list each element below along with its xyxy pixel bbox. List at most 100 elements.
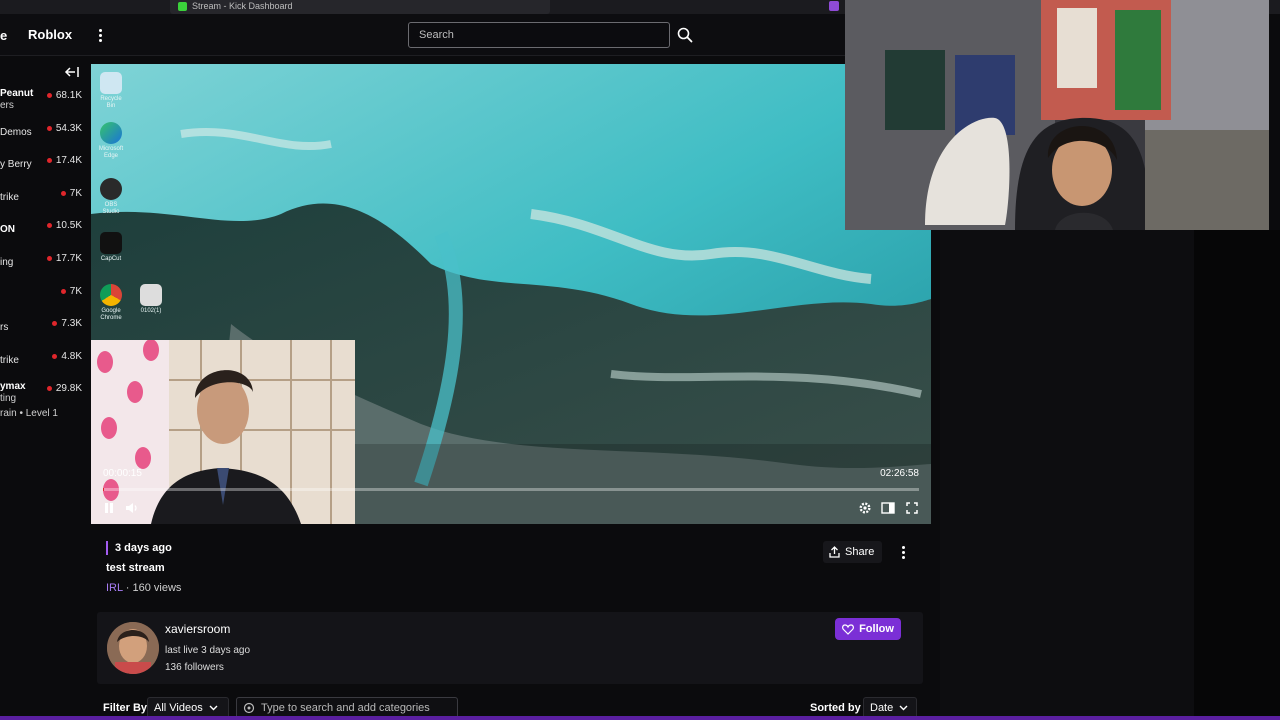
search-button[interactable]	[672, 22, 698, 48]
theater-mode-icon	[881, 502, 895, 514]
total-duration: 02:26:58	[880, 468, 919, 479]
live-dot-icon	[46, 125, 52, 131]
viewer-count-text: 29.8K	[55, 383, 82, 395]
desktop-chrome-icon: Google Chrome	[97, 284, 125, 322]
viewer-count-text: 17.7K	[55, 253, 82, 264]
category-link[interactable]: IRL	[106, 582, 123, 594]
kick-logo-icon	[178, 2, 187, 11]
viewer-count-text: 7K	[69, 187, 82, 199]
pause-button[interactable]	[101, 500, 117, 516]
video-meta: IRL · 160 views	[106, 582, 181, 594]
viewer-count: 29.8K	[46, 383, 82, 395]
desktop-obs-icon: OBS Studio	[97, 178, 125, 216]
right-edge-area	[1194, 230, 1280, 720]
sidebar-channel-item[interactable]: ing 17.7K	[0, 249, 90, 281]
viewer-count: 10.5K	[46, 220, 82, 232]
sidebar-channel-name: trike	[0, 354, 19, 366]
sort-select-value: Date	[870, 702, 894, 714]
theater-mode-button[interactable]	[880, 500, 896, 516]
video-title: test stream	[106, 562, 165, 574]
viewer-count-text: 17.4K	[55, 155, 82, 167]
fullscreen-button[interactable]	[904, 500, 920, 516]
streamer-facecam	[91, 340, 355, 524]
viewer-count: 7K	[60, 187, 82, 199]
category-icon	[243, 702, 255, 714]
chevron-down-icon	[899, 705, 908, 711]
viewer-count-text: 10.5K	[55, 220, 82, 232]
view-count: · 160 views	[122, 582, 182, 594]
desktop-recycle-bin-icon: Recycle Bin	[97, 72, 125, 110]
header-category-link[interactable]: Roblox	[28, 27, 72, 42]
heart-icon	[842, 623, 855, 635]
browser-tab-title: Stream - Kick Dashboard	[192, 1, 293, 11]
live-dot-icon	[46, 386, 52, 392]
sidebar-channel-item[interactable]: y Berry 17.4K	[0, 151, 90, 183]
desktop-capcut-icon: CapCut	[97, 232, 125, 263]
viewer-count: 68.1K	[46, 90, 82, 101]
viewer-count: 4.8K	[52, 351, 82, 362]
sidebar-channel-item[interactable]: Peanut ers 68.1K	[0, 86, 90, 118]
live-dot-icon	[60, 288, 66, 294]
sidebar-channel-item[interactable]: 7K	[0, 282, 90, 314]
share-button[interactable]: Share	[823, 541, 883, 563]
last-live-text: last live 3 days ago	[165, 645, 251, 656]
header-nav-item[interactable]: e	[0, 28, 7, 43]
share-label: Share	[845, 546, 875, 558]
sidebar-channel-item[interactable]: rs 7.3K	[0, 314, 90, 346]
sidebar-channel-item[interactable]: ymax ting 29.8K	[0, 379, 90, 411]
sidebar-channel-name: Peanut	[0, 88, 34, 99]
search-icon	[677, 27, 693, 43]
sidebar-channel-name: y Berry	[0, 159, 32, 171]
viewer-count-text: 68.1K	[55, 90, 82, 101]
progress-bar[interactable]	[103, 488, 919, 491]
follow-button[interactable]: Follow	[835, 618, 901, 640]
sorted-by-label: Sorted by	[810, 702, 861, 714]
sidebar-channel-item[interactable]: Demos 54.3K	[0, 119, 90, 151]
collapse-sidebar-icon[interactable]	[64, 65, 80, 79]
sidebar-channel-item[interactable]: trike 7K	[0, 184, 90, 216]
viewer-count: 17.4K	[46, 155, 82, 167]
volume-icon	[126, 503, 137, 513]
viewer-count: 7.3K	[52, 318, 82, 329]
sidebar-channel-name: rs	[0, 322, 9, 334]
viewer-count-text: 54.3K	[55, 122, 82, 134]
viewer-count-text: 7K	[69, 285, 82, 297]
twitch-icon[interactable]	[829, 1, 839, 11]
sidebar-footer-text: rain • Level 1	[0, 408, 58, 419]
sidebar-channel-item[interactable]: trike 4.8K	[0, 347, 90, 379]
viewer-count-text: 7.3K	[61, 318, 82, 330]
gear-icon	[859, 502, 871, 514]
chevron-down-icon	[209, 705, 218, 711]
video-player[interactable]: Recycle Bin Microsoft Edge OBS Studio Ca…	[91, 64, 931, 524]
search-input[interactable]	[408, 22, 670, 48]
filter-select-value: All Videos	[154, 702, 203, 714]
sidebar-channel-name: ymax	[0, 381, 26, 393]
live-dot-icon	[46, 93, 52, 98]
sidebar-channel-name: ON	[0, 224, 15, 236]
progress-fill	[103, 488, 105, 491]
desktop-file-icon: 0102(1)	[137, 284, 165, 315]
live-dot-icon	[52, 353, 58, 359]
more-options-icon[interactable]	[96, 26, 104, 44]
pause-icon	[105, 503, 113, 513]
webcam-overlay	[845, 0, 1269, 230]
following-sidebar: Peanut ers 68.1K Demos 54.3K y Berry 17.4K trik…	[0, 56, 90, 720]
category-search-input[interactable]	[261, 702, 451, 714]
video-more-options-icon[interactable]	[899, 545, 907, 559]
settings-button[interactable]	[857, 500, 873, 516]
chat-panel-area	[940, 230, 1194, 720]
live-dot-icon	[60, 190, 66, 196]
sidebar-channel-name: Demos	[0, 126, 32, 138]
viewer-count: 17.7K	[46, 253, 82, 264]
follow-label: Follow	[859, 623, 894, 635]
channel-name[interactable]: xaviersroom	[165, 622, 230, 636]
viewer-count: 54.3K	[46, 122, 82, 134]
follower-count: 136 followers	[165, 662, 224, 673]
sidebar-channel-item[interactable]: ON 10.5K	[0, 216, 90, 248]
sidebar-channel-name: ing	[0, 257, 14, 268]
current-time: 00:00:15	[103, 468, 142, 479]
bottom-accent-line	[0, 716, 1280, 720]
volume-button[interactable]	[124, 500, 140, 516]
share-icon	[829, 546, 840, 558]
avatar[interactable]	[107, 622, 159, 674]
